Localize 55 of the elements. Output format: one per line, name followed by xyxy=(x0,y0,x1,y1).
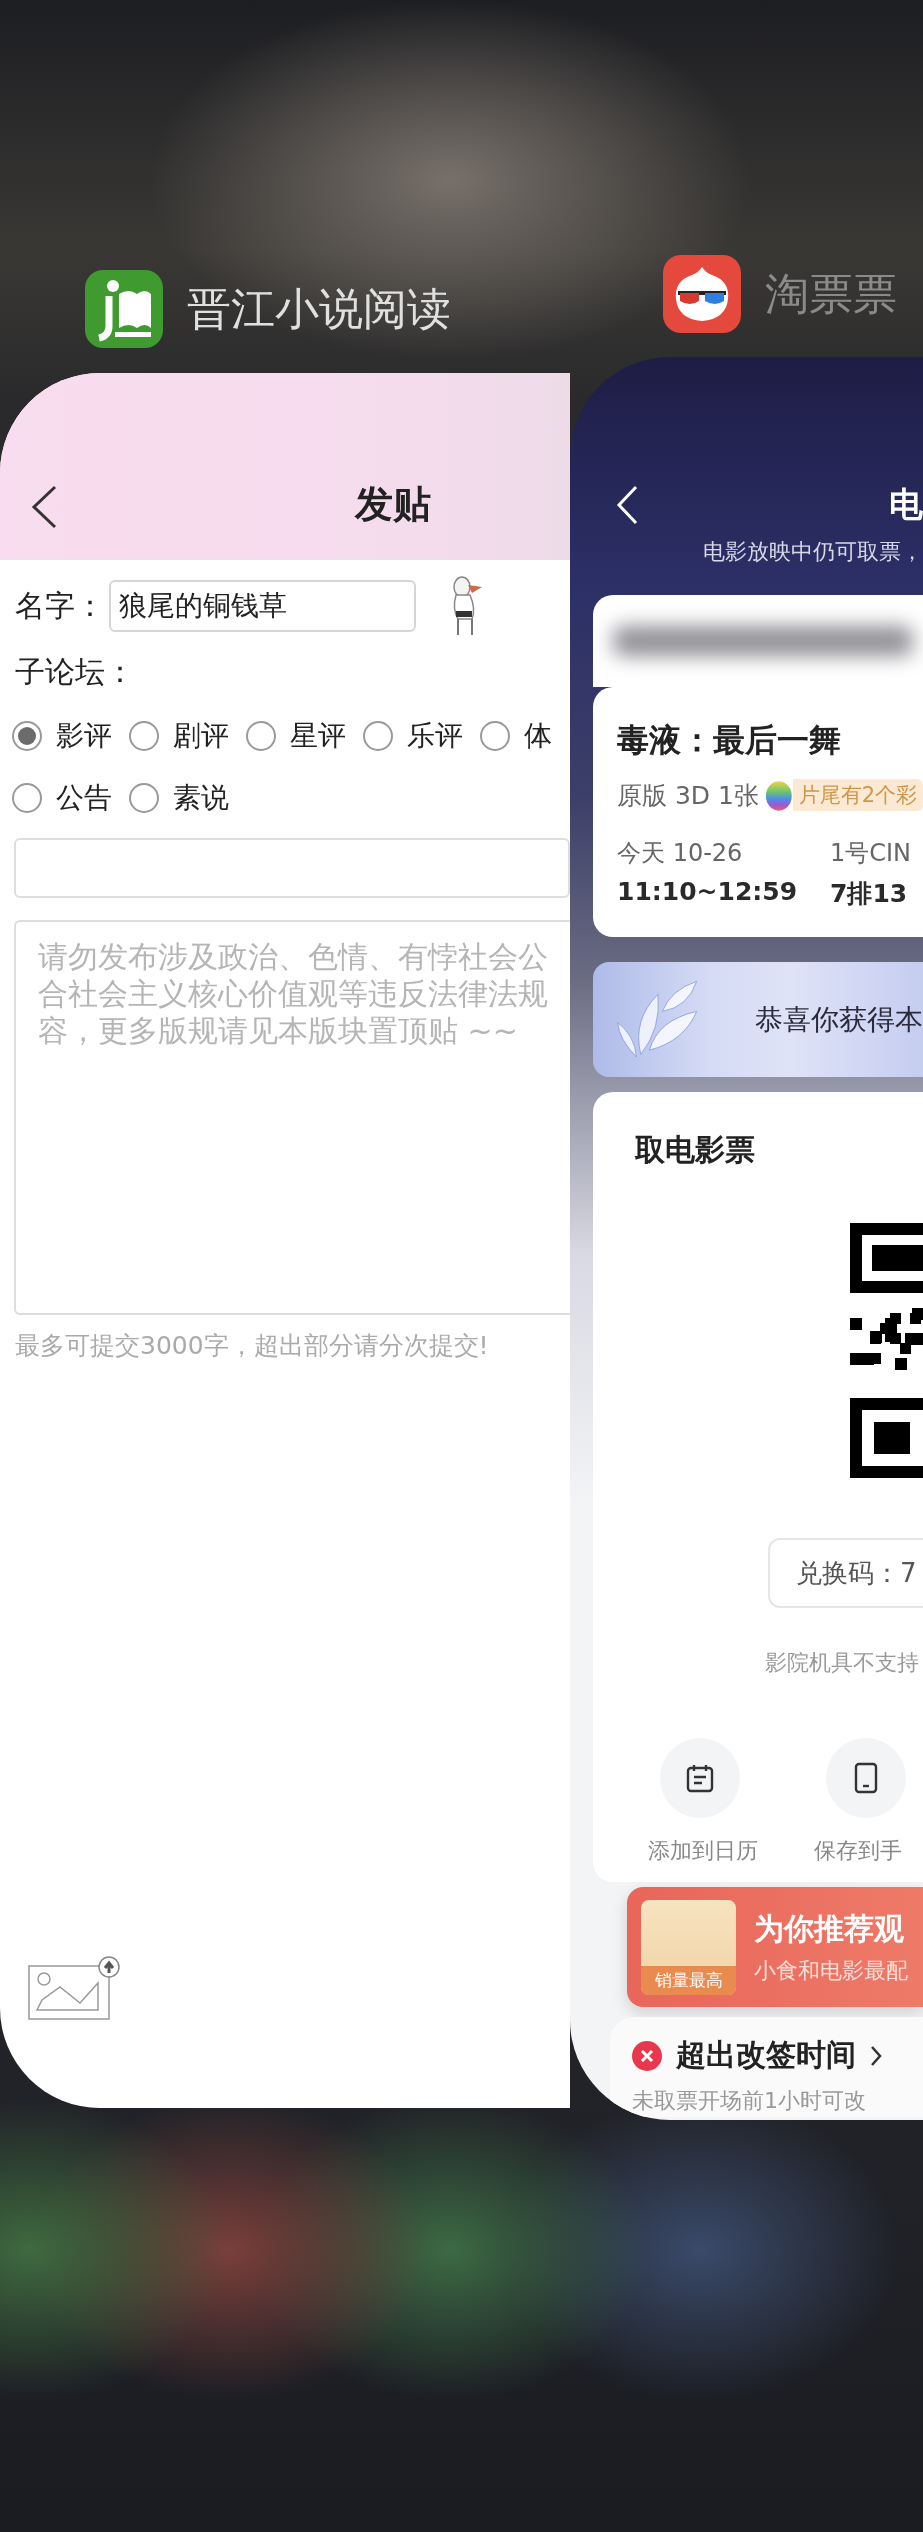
radio-icon[interactable] xyxy=(129,783,159,813)
field-label: 名字： xyxy=(15,586,105,625)
radio-option[interactable]: 影评 xyxy=(12,718,129,754)
promo-subtitle: 小食和电影最配 xyxy=(754,1956,908,1985)
notice-title: 超出改签时间 xyxy=(676,2036,856,2074)
action-label: 添加到日历 xyxy=(648,1837,758,1865)
radio-icon[interactable] xyxy=(129,721,159,751)
radio-icon[interactable] xyxy=(246,721,276,751)
promo-title: 为你推荐观 xyxy=(754,1909,905,1948)
hall-text: 1号CIN xyxy=(830,838,913,869)
radio-icon[interactable] xyxy=(480,721,510,751)
radio-option[interactable]: 剧评 xyxy=(129,718,246,754)
close-circle-icon xyxy=(632,2040,662,2071)
seat-text: 7排13 xyxy=(830,878,909,910)
radio-option[interactable]: 素说 xyxy=(129,780,246,816)
coupon-text: 恭喜你获得本 xyxy=(755,1001,923,1038)
coupon-banner[interactable]: 恭喜你获得本 xyxy=(593,962,923,1077)
phone-icon xyxy=(854,1762,878,1794)
redeem-code: 兑换码：7 xyxy=(768,1538,923,1608)
radio-icon[interactable] xyxy=(12,783,42,813)
notice-card[interactable]: 超出改签时间 未取票开场前1小时可改 xyxy=(610,2017,923,2117)
section-title: 取电影票 xyxy=(635,1131,756,1169)
book-app-icon[interactable] xyxy=(85,270,163,348)
movie-title: 毒液：最后一舞 xyxy=(617,720,842,761)
image-upload-icon[interactable] xyxy=(28,1956,120,2020)
app-card[interactable]: 电 电影放映中仍可取票， 毒液：最后一舞 原版 3D 1张 片尾有2个彩 今天 10-26 1号CIN 11:10~12:59 7排13 恭喜你获得本 取电影票 兑换码：7 影院机具不支持 添加到日历 保存到手 销量最高 为你推荐观 小食和电影最配 超出改签时间 未取票开场前1小时可改 xyxy=(570,357,923,2120)
radio-option[interactable]: 乐评 xyxy=(363,718,480,754)
easter-egg-tag: 片尾有2个彩 xyxy=(792,779,923,811)
radio-icon[interactable] xyxy=(12,721,42,751)
radio-option[interactable]: 体 xyxy=(480,718,555,754)
action-label: 保存到手 xyxy=(814,1837,902,1865)
badge-label: 销量最高 xyxy=(641,1965,736,1995)
subject-field[interactable] xyxy=(14,838,570,898)
date-text: 今天 10-26 xyxy=(617,838,744,869)
chevron-right-icon xyxy=(870,2044,882,2067)
page-title: 发贴 xyxy=(355,481,431,528)
showtime-text: 11:10~12:59 xyxy=(617,877,799,908)
subtitle-text: 电影放映中仍可取票， xyxy=(703,538,923,566)
calendar-icon xyxy=(686,1763,714,1793)
app-card[interactable]: 发贴 名字： 狼尾的铜钱草 子论坛： 影评 剧评 星评 乐评 体 公告 素说 请勿发布涉及政治、色情、有悖社会公合社会主义核心价值观等违反法律法规容，更多版规请见本版块置顶贴 ~~ 最多可提交3000字，超出部分请分次提交! xyxy=(0,373,570,2108)
radio-icon[interactable] xyxy=(363,721,393,751)
app-name: 晋江小说阅读 xyxy=(187,281,451,336)
note-text: 影院机具不支持 xyxy=(765,1649,920,1677)
notice-subtitle: 未取票开场前1小时可改 xyxy=(632,2087,867,2115)
radio-option[interactable]: 星评 xyxy=(246,718,363,754)
radio-option[interactable]: 公告 xyxy=(12,780,129,816)
hint-text: 最多可提交3000字，超出部分请分次提交! xyxy=(15,1330,490,1362)
content-field[interactable]: 请勿发布涉及政治、色情、有悖社会公合社会主义核心价值观等违反法律法规容，更多版规请见本版块置顶贴 ~~ xyxy=(14,920,570,1315)
back-icon[interactable] xyxy=(30,484,58,530)
field-label: 子论坛： xyxy=(15,653,135,691)
page-title: 电 xyxy=(889,483,923,526)
format-text: 原版 3D 1张 xyxy=(617,779,759,812)
glasses-app-icon[interactable] xyxy=(663,255,741,333)
app-name: 淘票票 xyxy=(765,266,897,321)
name-field[interactable]: 狼尾的铜钱草 xyxy=(109,580,416,632)
